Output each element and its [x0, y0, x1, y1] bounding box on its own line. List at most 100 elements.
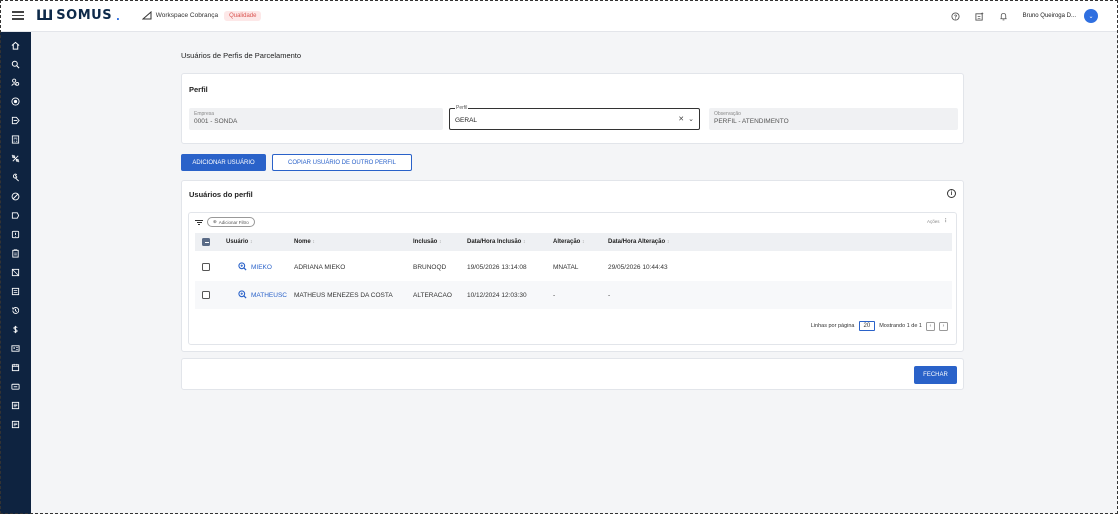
sidebar-item-alert[interactable]: [0, 225, 31, 243]
close-button[interactable]: FECHAR: [914, 366, 957, 384]
usuario-cell[interactable]: MIEKO: [251, 264, 272, 271]
sort-icon: ↕: [523, 239, 526, 245]
sidebar-item-home[interactable]: [0, 36, 31, 54]
zoom-in-icon[interactable]: [238, 290, 247, 299]
sidebar-item-note[interactable]: [0, 415, 31, 433]
send-icon: [11, 116, 20, 124]
chevron-left-icon[interactable]: ‹: [926, 321, 935, 331]
filter-icon[interactable]: [195, 219, 203, 225]
note-icon: [11, 420, 20, 428]
row-checkbox[interactable]: [202, 263, 210, 271]
logo-mark: Ш: [36, 7, 53, 24]
nome-cell: ADRIANA MIEKO: [294, 264, 346, 271]
calendar-icon: [11, 363, 20, 371]
add-filter-label: Adicionar Filtro: [218, 219, 249, 225]
observacao-value: PERFIL - ATENDIMENTO: [714, 118, 789, 125]
perfil-select[interactable]: Perfil GERAL ✕ ⌄: [449, 105, 700, 130]
table-row[interactable]: MATHEUSC MATHEUS MENEZES DA COSTA ALTERA…: [195, 281, 952, 309]
zoom-in-icon[interactable]: [238, 262, 247, 271]
showing-label: Mostrando 1 de 1: [879, 323, 922, 329]
column-alteracao[interactable]: Alteração ↕: [553, 239, 585, 245]
sidebar-item-users[interactable]: [0, 73, 31, 91]
chevron-right-icon[interactable]: ›: [939, 321, 948, 331]
document-icon: [11, 287, 20, 295]
add-filter-chip[interactable]: ⊕ Adicionar Filtro: [207, 217, 255, 227]
sort-icon: ↕: [666, 239, 670, 245]
bell-icon[interactable]: [999, 11, 1009, 21]
sidebar-item-target[interactable]: [0, 92, 31, 110]
sidebar-item-block[interactable]: [0, 187, 31, 205]
help-icon[interactable]: [951, 11, 961, 21]
calculator-icon: [11, 134, 20, 144]
column-data-inclusao[interactable]: Data/Hora Inclusão ↕: [467, 239, 526, 245]
chevron-down-icon[interactable]: ⌄: [688, 115, 694, 123]
sidebar-item-calendar[interactable]: [0, 358, 31, 376]
id-card-icon: [11, 344, 20, 352]
users-card-title: Usuários do perfil: [189, 190, 253, 199]
rows-per-page-select[interactable]: 20: [858, 321, 876, 331]
logo-text: SOMUS: [56, 8, 113, 23]
sidebar-item-no-percent[interactable]: [0, 149, 31, 167]
data-inclusao-cell: 19/05/2026 13:14:08: [467, 264, 527, 271]
sidebar: [0, 32, 31, 514]
usuario-cell[interactable]: MATHEUSC: [251, 292, 287, 299]
actions-menu[interactable]: Ações ⋮: [927, 218, 948, 224]
sort-icon: ↕: [250, 239, 253, 245]
row-checkbox[interactable]: [202, 291, 210, 299]
table-header: Usuário ↕ Nome ↕ Inclusão ↕ Data/Hora In…: [195, 233, 952, 251]
perfil-card-title: Perfil: [189, 85, 208, 94]
sidebar-item-clipboard[interactable]: [0, 244, 31, 262]
data-alteracao-cell: -: [608, 292, 611, 299]
sidebar-item-id-card[interactable]: [0, 339, 31, 357]
column-inclusao[interactable]: Inclusão ↕: [413, 239, 442, 245]
history-icon: [12, 306, 20, 314]
menu-icon[interactable]: [12, 11, 24, 20]
workspace-label: Workspace Cobrança: [155, 12, 219, 19]
inclusao-cell: BRUNOQD: [413, 264, 447, 271]
user-name[interactable]: Bruno Queiroga D...: [1023, 13, 1076, 19]
table-row[interactable]: MIEKO ADRIANA MIEKO BRUNOQD 19/05/2026 1…: [195, 253, 952, 281]
home-icon: [11, 41, 20, 50]
sidebar-item-wallet[interactable]: [0, 377, 31, 395]
logo[interactable]: Ш SOMUS.: [36, 8, 120, 24]
workspace-selector[interactable]: Workspace Cobrança: [141, 11, 219, 20]
sidebar-item-calculator[interactable]: [0, 130, 31, 148]
alteracao-cell: MNATAL: [553, 264, 579, 271]
sidebar-item-history[interactable]: [0, 301, 31, 319]
search-icon: [11, 60, 20, 68]
wallet-icon: [11, 383, 20, 390]
tag-icon: [11, 211, 20, 219]
sidebar-item-search[interactable]: [0, 55, 31, 73]
copy-user-button[interactable]: COPIAR USUÁRIO DE OUTRO PERFIL: [272, 154, 412, 171]
perfil-label: Perfil: [455, 105, 469, 111]
target-icon: [11, 96, 20, 106]
select-all-checkbox[interactable]: [202, 238, 210, 246]
column-nome[interactable]: Nome ↕: [294, 239, 315, 245]
sidebar-item-send[interactable]: [0, 111, 31, 129]
column-data-alteracao[interactable]: Data/Hora Alteração ↕: [608, 239, 669, 245]
alert-icon: [11, 230, 20, 238]
top-right-tools: Bruno Queiroga D... ⌄: [951, 0, 1118, 32]
sort-icon: ↕: [582, 239, 585, 245]
avatar[interactable]: ⌄: [1084, 9, 1098, 23]
tool-icon: [12, 173, 19, 181]
sidebar-item-card[interactable]: [0, 263, 31, 281]
add-user-button[interactable]: ADICIONAR USUÁRIO: [181, 154, 266, 171]
card-icon: [11, 268, 20, 276]
sort-icon: ↕: [312, 239, 315, 245]
sidebar-item-tag[interactable]: [0, 206, 31, 224]
column-usuario[interactable]: Usuário ↕: [226, 239, 253, 245]
no-percent-icon: [11, 154, 20, 162]
sidebar-item-document[interactable]: [0, 282, 31, 300]
clear-icon[interactable]: ✕: [678, 115, 684, 123]
users-icon: [11, 78, 20, 86]
empresa-field: Empresa 0001 - SONDA: [189, 108, 443, 130]
clipboard-icon: [12, 248, 19, 258]
info-icon[interactable]: i: [947, 189, 956, 198]
sidebar-item-dollar[interactable]: [0, 320, 31, 338]
logo-dot: .: [116, 8, 120, 23]
perfil-value: GERAL: [455, 117, 478, 124]
sidebar-item-tool[interactable]: [0, 168, 31, 186]
sidebar-item-list[interactable]: [0, 396, 31, 414]
notes-icon[interactable]: [975, 11, 985, 21]
